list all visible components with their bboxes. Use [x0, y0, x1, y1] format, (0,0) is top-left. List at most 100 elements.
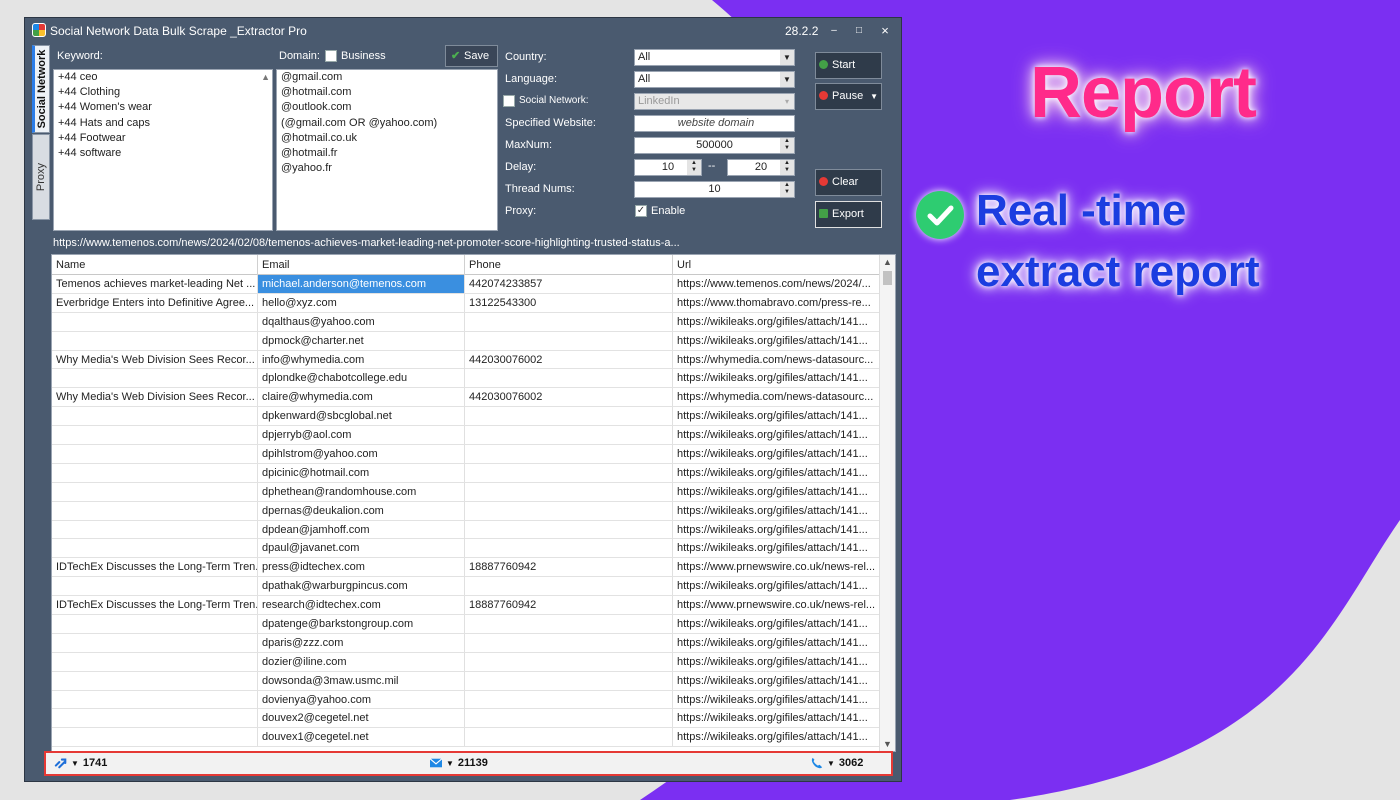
table-row[interactable]: douvex2@cegetel.net https://wikileaks.org… — [52, 709, 881, 729]
table-cell-url[interactable]: https://www.prnewswire.co.uk/news-rel... — [673, 558, 881, 577]
table-row[interactable]: dpernas@deukalion.com https://wikileaks.o… — [52, 501, 881, 521]
table-cell-phone[interactable] — [465, 331, 673, 350]
clear-button[interactable]: Clear — [815, 169, 882, 196]
spinner-arrows-icon[interactable]: ▲ ▼ — [780, 182, 794, 197]
table-row[interactable]: IDTechEx Discusses the Long-Term Tren...… — [52, 596, 881, 616]
table-cell-name[interactable] — [52, 312, 258, 331]
table-cell-url[interactable]: https://www.temenos.com/news/2024/... — [673, 275, 881, 293]
table-cell-name[interactable] — [52, 690, 258, 709]
table-cell-email[interactable]: dplondke@chabotcollege.edu — [258, 369, 465, 388]
table-cell-url[interactable]: https://wikileaks.org/gifiles/attach/141… — [673, 690, 881, 709]
minimize-button[interactable]: – — [823, 22, 845, 40]
maximize-button[interactable]: □ — [848, 22, 870, 40]
table-cell-url[interactable]: https://www.thomabravo.com/press-re... — [673, 293, 881, 312]
tab-social-network[interactable]: Social Network — [32, 45, 50, 133]
table-cell-phone[interactable] — [465, 501, 673, 520]
table-cell-phone[interactable] — [465, 520, 673, 539]
table-cell-name[interactable] — [52, 463, 258, 482]
table-cell-url[interactable]: https://www.prnewswire.co.uk/news-rel... — [673, 596, 881, 615]
spinner-arrows-icon[interactable]: ▲ ▼ — [780, 160, 794, 175]
table-cell-name[interactable] — [52, 709, 258, 728]
delay-max-stepper[interactable]: 20 ▲ ▼ — [727, 159, 795, 176]
business-checkbox[interactable] — [325, 50, 337, 62]
table-row[interactable]: dpihlstrom@yahoo.com https://wikileaks.or… — [52, 445, 881, 464]
table-cell-url[interactable]: https://wikileaks.org/gifiles/attach/141… — [673, 312, 881, 331]
table-cell-email[interactable]: dovienya@yahoo.com — [258, 690, 465, 709]
table-cell-url[interactable]: https://wikileaks.org/gifiles/attach/141… — [673, 463, 881, 482]
table-cell-url[interactable]: https://wikileaks.org/gifiles/attach/141… — [673, 539, 881, 558]
table-cell-phone[interactable] — [465, 728, 673, 747]
table-cell-name[interactable] — [52, 577, 258, 596]
table-cell-phone[interactable]: 13122543300 — [465, 293, 673, 312]
table-cell-name[interactable] — [52, 482, 258, 501]
table-cell-email[interactable]: claire@whymedia.com — [258, 388, 465, 407]
save-button[interactable]: ✔ Save — [445, 45, 498, 67]
column-header-phone[interactable]: Phone — [465, 255, 673, 275]
table-row[interactable]: dpdean@jamhoff.com https://wikileaks.org/… — [52, 520, 881, 540]
table-cell-phone[interactable]: 442030076002 — [465, 388, 673, 407]
spinner-arrows-icon[interactable]: ▲ ▼ — [687, 160, 701, 175]
start-button[interactable]: Start — [815, 52, 882, 79]
table-row[interactable]: Why Media's Web Division Sees Recor... cl… — [52, 388, 881, 408]
table-cell-name[interactable] — [52, 615, 258, 634]
table-cell-phone[interactable] — [465, 539, 673, 558]
table-row[interactable]: dqalthaus@yahoo.com https://wikileaks.org… — [52, 312, 881, 332]
table-cell-phone[interactable]: 18887760942 — [465, 558, 673, 577]
table-cell-phone[interactable] — [465, 690, 673, 709]
table-cell-email[interactable]: douvex2@cegetel.net — [258, 709, 465, 728]
table-row[interactable]: dpaul@javanet.com https://wikileaks.org/g… — [52, 539, 881, 559]
table-cell-phone[interactable] — [465, 463, 673, 482]
maxnum-stepper[interactable]: 500000 ▲ ▼ — [634, 137, 795, 154]
table-cell-name[interactable] — [52, 369, 258, 388]
vertical-scrollbar[interactable]: ▲ ▼ — [879, 255, 895, 751]
table-cell-phone[interactable] — [465, 369, 673, 388]
table-row[interactable]: dparis@zzz.com https://wikileaks.org/gifi… — [52, 633, 881, 653]
column-header-url[interactable]: Url — [673, 255, 881, 275]
table-cell-email[interactable]: dparis@zzz.com — [258, 633, 465, 652]
table-row[interactable]: Temenos achieves market-leading Net ... m… — [52, 275, 881, 294]
table-cell-url[interactable]: https://wikileaks.org/gifiles/attach/141… — [673, 615, 881, 634]
column-header-name[interactable]: Name — [52, 255, 258, 275]
social-network-checkbox[interactable] — [503, 95, 515, 107]
table-row[interactable]: dpmock@charter.net https://wikileaks.org/… — [52, 331, 881, 351]
table-cell-phone[interactable] — [465, 652, 673, 671]
table-cell-url[interactable]: https://wikileaks.org/gifiles/attach/141… — [673, 520, 881, 539]
table-cell-url[interactable]: https://wikileaks.org/gifiles/attach/141… — [673, 577, 881, 596]
table-cell-name[interactable]: Why Media's Web Division Sees Recor... — [52, 388, 258, 407]
url-count[interactable]: ▼ 1741 — [54, 753, 107, 774]
table-cell-email[interactable]: dpdean@jamhoff.com — [258, 520, 465, 539]
table-cell-phone[interactable]: 442074233857 — [465, 275, 673, 293]
table-cell-name[interactable]: IDTechEx Discusses the Long-Term Tren... — [52, 596, 258, 615]
table-cell-phone[interactable] — [465, 709, 673, 728]
table-row[interactable]: dpjerryb@aol.com https://wikileaks.org/gi… — [52, 426, 881, 446]
phone-count[interactable]: ▼ 3062 — [810, 753, 863, 774]
table-cell-email[interactable]: dpmock@charter.net — [258, 331, 465, 350]
table-cell-email[interactable]: dozier@iline.com — [258, 652, 465, 671]
table-cell-phone[interactable] — [465, 426, 673, 445]
table-cell-url[interactable]: https://wikileaks.org/gifiles/attach/141… — [673, 369, 881, 388]
table-cell-url[interactable]: https://wikileaks.org/gifiles/attach/141… — [673, 426, 881, 445]
table-cell-phone[interactable] — [465, 312, 673, 331]
table-cell-email[interactable]: dpernas@deukalion.com — [258, 501, 465, 520]
table-cell-email[interactable]: dpatenge@barkstongroup.com — [258, 615, 465, 634]
table-cell-email[interactable]: dpihlstrom@yahoo.com — [258, 445, 465, 464]
table-cell-url[interactable]: https://whymedia.com/news-datasourc... — [673, 350, 881, 369]
table-cell-email[interactable]: info@whymedia.com — [258, 350, 465, 369]
table-row[interactable]: dphethean@randomhouse.com https://wikilea… — [52, 482, 881, 502]
table-cell-name[interactable] — [52, 671, 258, 690]
close-button[interactable]: × — [874, 22, 896, 40]
export-button[interactable]: Export — [815, 201, 882, 228]
table-cell-email[interactable]: dowsonda@3maw.usmc.mil — [258, 671, 465, 690]
table-cell-phone[interactable]: 18887760942 — [465, 596, 673, 615]
keyword-textarea[interactable]: ▲ +44 ceo +44 Clothing +44 Women's wear +44… — [53, 69, 273, 231]
table-cell-url[interactable]: https://wikileaks.org/gifiles/attach/141… — [673, 728, 881, 747]
scroll-thumb[interactable] — [883, 271, 892, 285]
table-row[interactable]: dpathak@warburgpincus.com https://wikilea… — [52, 577, 881, 597]
tab-proxy[interactable]: Proxy — [32, 134, 50, 220]
table-cell-url[interactable]: https://wikileaks.org/gifiles/attach/141… — [673, 331, 881, 350]
table-cell-email[interactable]: dpjerryb@aol.com — [258, 426, 465, 445]
table-cell-email[interactable]: douvex1@cegetel.net — [258, 728, 465, 747]
domain-textarea[interactable]: @gmail.com @hotmail.com @outlook.com (@gmai… — [276, 69, 498, 231]
country-select[interactable]: All ▼ — [634, 49, 795, 66]
table-row[interactable]: dpatenge@barkstongroup.com https://wikile… — [52, 615, 881, 634]
